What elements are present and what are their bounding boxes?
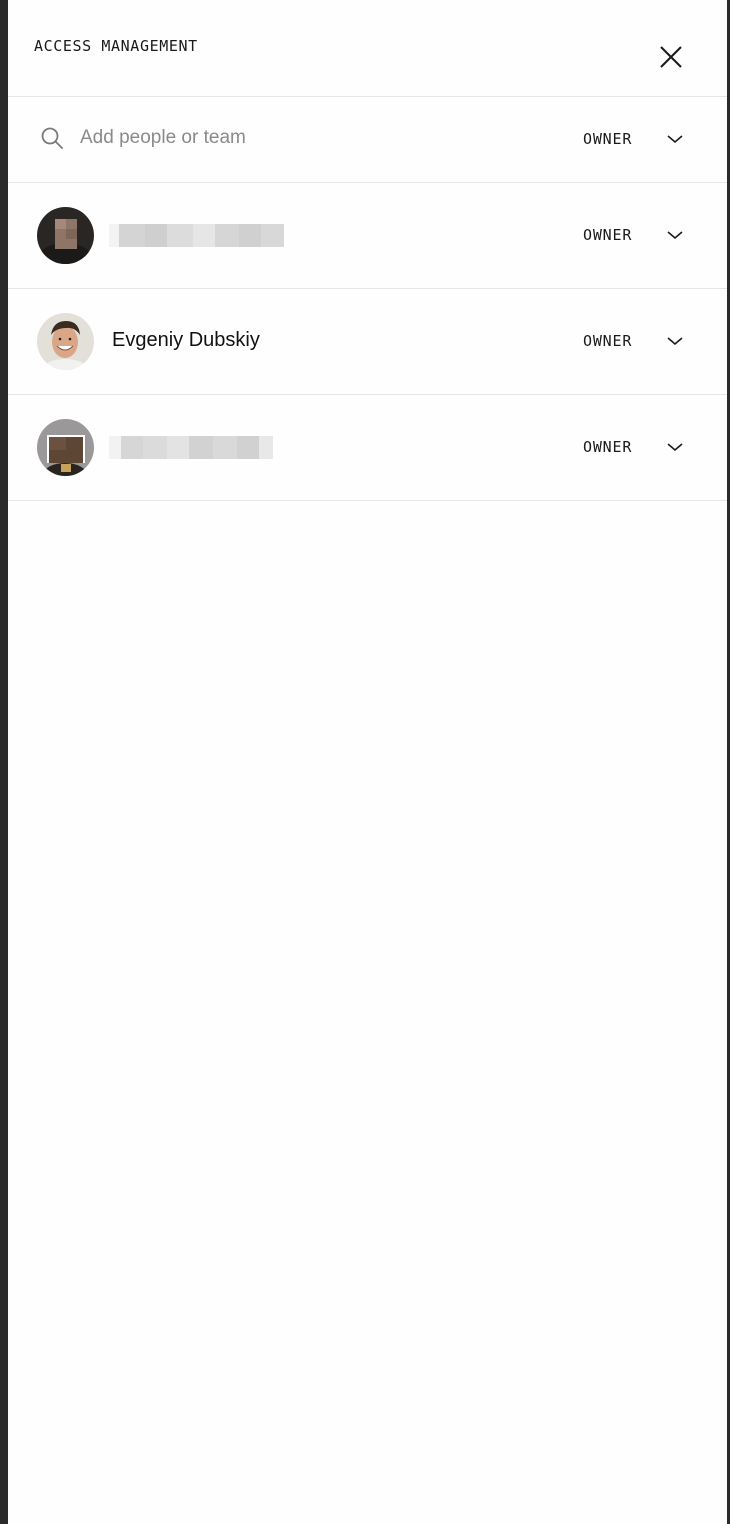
member-row: OWNER: [8, 395, 727, 501]
redacted-member-name: [109, 224, 284, 247]
close-button[interactable]: [656, 42, 686, 72]
member-role-dropdown[interactable]: OWNER: [583, 432, 683, 462]
search-role-dropdown[interactable]: OWNER: [583, 124, 683, 154]
avatar: [37, 313, 94, 370]
avatar: [37, 419, 94, 476]
chevron-down-icon: [667, 231, 683, 240]
role-label: OWNER: [583, 226, 633, 244]
role-label: OWNER: [583, 130, 633, 148]
redacted-member-name: [109, 436, 273, 459]
search-row: OWNER: [8, 97, 727, 183]
access-management-panel: ACCESS MANAGEMENT OWNER: [8, 0, 727, 1524]
role-label: OWNER: [583, 332, 633, 350]
member-role-dropdown[interactable]: OWNER: [583, 220, 683, 250]
chevron-down-icon: [667, 337, 683, 346]
role-label: OWNER: [583, 438, 633, 456]
member-role-dropdown[interactable]: OWNER: [583, 326, 683, 356]
panel-title: ACCESS MANAGEMENT: [34, 37, 198, 55]
member-name: Evgeniy Dubskiy: [112, 329, 260, 351]
member-row: Evgeniy Dubskiy OWNER: [8, 289, 727, 395]
close-icon: [660, 46, 682, 68]
panel-header: ACCESS MANAGEMENT: [8, 0, 727, 97]
search-icon: [41, 127, 63, 149]
chevron-down-icon: [667, 443, 683, 452]
member-row: OWNER: [8, 183, 727, 289]
search-input[interactable]: [80, 123, 510, 153]
avatar: [37, 207, 94, 264]
chevron-down-icon: [667, 135, 683, 144]
